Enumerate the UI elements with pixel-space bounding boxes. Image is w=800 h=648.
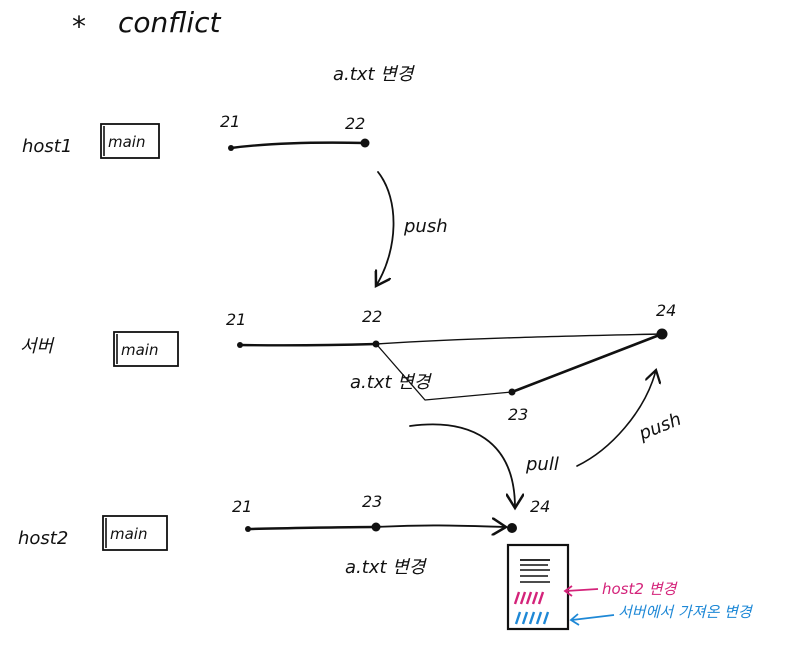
server-side-annotation: a.txt 변경 (350, 372, 433, 393)
page-title: conflict (118, 6, 222, 39)
top-annotation: a.txt 변경 (333, 64, 416, 85)
host2-to-24-arrow (375, 525, 506, 527)
push-down-arrow (376, 171, 395, 286)
pink-legend-arrow (565, 588, 599, 592)
title-star: * (72, 10, 86, 43)
server-branch-label: main (121, 341, 158, 359)
server-commit-22 (372, 340, 380, 348)
push-down-label: push (403, 216, 448, 237)
blue-legend-arrow (571, 614, 615, 621)
server-commit-21-label: 21 (226, 310, 246, 329)
server-merge-in-line (510, 332, 664, 394)
conflict-diagram: * conflict a.txt 변경 host1 main 21 22 pus… (18, 6, 754, 631)
server-merge-line (375, 333, 663, 345)
server-commit-23 (508, 388, 516, 396)
blue-legend-label: 서버에서 가져온 변경 (618, 603, 754, 621)
pink-legend-label: host2 변경 (602, 580, 678, 598)
server-commit-24 (656, 328, 668, 340)
host1-commit-21 (228, 145, 234, 151)
host1-branch-label: main (108, 133, 145, 151)
host2-commit-21 (245, 526, 251, 532)
host1-label: host1 (22, 136, 72, 157)
push-up-label: push (635, 409, 684, 445)
pull-label: pull (525, 454, 559, 475)
host2-commit-23-label: 23 (362, 492, 382, 511)
blue-hatch-marks (514, 611, 550, 625)
host2-history-line (246, 525, 378, 531)
server-commit-22-label: 22 (362, 307, 382, 326)
host1-history-line (229, 141, 367, 150)
host2-branch-label: main (110, 525, 147, 543)
host1-commit-21-label: 21 (220, 112, 240, 131)
host1-commit-22-label: 22 (345, 114, 365, 133)
host2-commit-21-label: 21 (232, 497, 252, 516)
server-commit-24-label: 24 (656, 301, 676, 320)
pull-arrow (409, 423, 515, 508)
server-commit-23-label: 23 (508, 405, 528, 424)
server-history-line (238, 342, 378, 347)
file-document-icon (506, 543, 570, 631)
pink-hatch-marks (513, 591, 545, 605)
host2-commit-24 (507, 523, 517, 533)
server-label: 서버 (20, 336, 56, 357)
push-up-arrow (576, 370, 656, 467)
host1-commit-22 (360, 138, 370, 148)
host2-commit-24-label: 24 (530, 497, 550, 516)
server-commit-21 (237, 342, 243, 348)
host2-commit-23 (371, 522, 381, 532)
host2-label: host2 (18, 528, 68, 549)
host2-commit-annotation: a.txt 변경 (345, 557, 428, 578)
